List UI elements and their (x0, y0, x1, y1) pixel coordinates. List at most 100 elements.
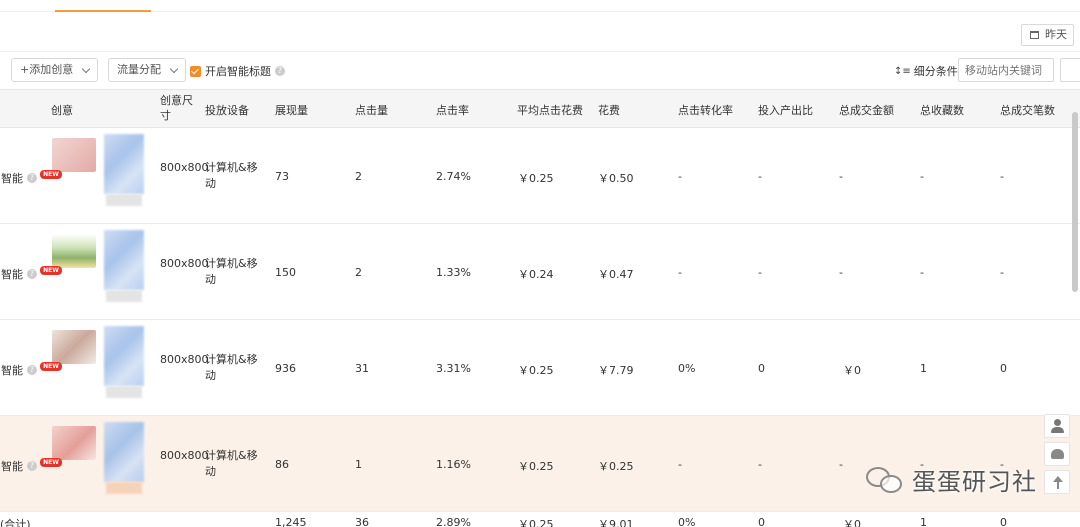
new-badge: NEW (40, 266, 62, 275)
date-picker-button[interactable]: 昨天 (1021, 24, 1074, 46)
cell-size: 800x800 (160, 161, 209, 174)
help-icon[interactable]: ? (27, 365, 37, 375)
creative-thumbnail[interactable] (52, 234, 96, 268)
cell-cost: ￥7.79 (598, 364, 634, 377)
toolbar: +添加创意 流量分配 开启智能标题 ? ↕≡ 细分条件: (0, 52, 1080, 90)
new-badge: NEW (40, 458, 62, 467)
cell-size: 800x800 (160, 449, 209, 462)
cell-impressions: 86 (275, 458, 289, 471)
traffic-split-dropdown[interactable]: 流量分配 (108, 58, 186, 82)
smart-label: 智能? (1, 170, 37, 186)
date-label: 昨天 (1045, 28, 1067, 41)
col-orders[interactable]: 总成交笔数 (1000, 102, 1055, 118)
cell-ctr: 3.31% (436, 362, 471, 375)
col-gmv[interactable]: 总成交金额 (839, 102, 894, 118)
cell-cpc: ￥0.25 (518, 460, 554, 473)
help-icon[interactable]: ? (27, 269, 37, 279)
help-icon[interactable]: ? (275, 66, 285, 76)
help-icon[interactable]: ? (27, 461, 37, 471)
cell-cost: ￥0.50 (598, 172, 634, 185)
calendar-icon (1030, 31, 1039, 39)
total-row: (合计) 1,245 36 2.89% ￥0.25 ￥9.01 0% 0 ￥0 … (0, 512, 1080, 527)
cell-cpc: ￥0.25 (518, 364, 554, 377)
total-cpc: ￥0.25 (518, 518, 554, 527)
col-cvr[interactable]: 点击转化率 (678, 102, 733, 118)
total-impressions: 1,245 (275, 516, 307, 527)
total-label: (合计) (0, 518, 31, 527)
blurred-creative-image (96, 320, 150, 416)
col-favs[interactable]: 总收藏数 (920, 102, 964, 118)
cell-cvr: 0% (678, 362, 696, 375)
cell-size: 800x800 (160, 257, 209, 270)
cell-ctr: 1.16% (436, 458, 471, 471)
cell-clicks: 31 (355, 362, 369, 375)
blurred-creative-image (96, 128, 150, 224)
smart-title-toggle[interactable]: 开启智能标题 ? (190, 63, 285, 79)
cell-roi: - (758, 170, 762, 183)
total-roi: 0 (758, 516, 765, 527)
col-cpc[interactable]: 平均点击花费 (517, 102, 583, 118)
chevron-down-icon (81, 64, 91, 73)
vertical-scrollbar[interactable] (1072, 112, 1078, 292)
search-icon[interactable] (1060, 58, 1080, 82)
add-creative-label: +添加创意 (20, 63, 74, 76)
smart-title-checkbox[interactable] (190, 65, 201, 77)
col-cost[interactable]: 花费 (598, 102, 620, 118)
segment-filter[interactable]: ↕≡ 细分条件: (894, 63, 961, 79)
cell-impressions: 73 (275, 170, 289, 183)
smart-label: 智能? (1, 458, 37, 474)
cell-cpc: ￥0.24 (518, 268, 554, 281)
cell-roi: - (758, 266, 762, 279)
date-row: 昨天 (0, 12, 1080, 52)
cell-cost: ￥0.25 (598, 460, 634, 473)
smart-text: 智能 (1, 172, 23, 185)
creative-thumbnail[interactable] (52, 138, 96, 172)
cell-roi: 0 (758, 362, 765, 375)
col-size: 创意尺寸 (160, 94, 193, 122)
col-roi[interactable]: 投入产出比 (758, 102, 813, 118)
total-cost: ￥9.01 (598, 518, 634, 527)
col-impressions[interactable]: 展现量 (275, 102, 308, 118)
cell-favs: - (920, 266, 924, 279)
cell-gmv: - (839, 458, 843, 471)
table-row: 智能? NEW 800x800 计算机&移动 150 2 1.33% ￥0.24… (0, 224, 1080, 320)
total-gmv: ￥0 (843, 518, 861, 527)
new-badge: NEW (40, 362, 62, 371)
cell-gmv: ￥0 (843, 364, 861, 377)
wechat-icon (866, 465, 906, 495)
segment-filter-label: 细分条件: (913, 65, 962, 78)
back-to-top-icon[interactable] (1044, 470, 1070, 494)
keyword-search-input[interactable] (958, 58, 1054, 82)
smart-label: 智能? (1, 362, 37, 378)
blurred-creative-image (96, 416, 150, 512)
creative-thumbnail[interactable] (52, 330, 96, 364)
cell-orders: 0 (1000, 362, 1007, 375)
cell-orders: - (1000, 266, 1004, 279)
col-ctr[interactable]: 点击率 (436, 102, 469, 118)
cell-roi: - (758, 458, 762, 471)
cell-device: 计算机&移动 (205, 449, 258, 478)
creative-thumbnail[interactable] (52, 426, 96, 460)
watermark: 蛋蛋研习社 (866, 462, 1037, 497)
page: 昨天 +添加创意 流量分配 开启智能标题 ? ↕≡ 细分条件: 创意 创意尺寸 … (0, 0, 1080, 527)
cell-clicks: 1 (355, 458, 362, 471)
table-row: 智能? NEW 800x800 计算机&移动 73 2 2.74% ￥0.25 … (0, 128, 1080, 224)
cell-cvr: - (678, 170, 682, 183)
cell-clicks: 2 (355, 266, 362, 279)
cell-device: 计算机&移动 (205, 353, 258, 382)
help-icon[interactable]: ? (27, 173, 37, 183)
feedback-icon[interactable] (1044, 442, 1070, 466)
customer-service-icon[interactable] (1044, 414, 1070, 438)
total-cvr: 0% (678, 516, 696, 527)
cell-favs: 1 (920, 362, 927, 375)
chevron-down-icon (169, 64, 179, 73)
smart-text: 智能 (1, 460, 23, 473)
col-clicks[interactable]: 点击量 (355, 102, 388, 118)
add-creative-button[interactable]: +添加创意 (11, 58, 99, 82)
total-ctr: 2.89% (436, 516, 471, 527)
cell-favs: - (920, 170, 924, 183)
col-creative: 创意 (51, 104, 73, 117)
table-header: 创意 创意尺寸 投放设备 展现量 点击量 点击率 平均点击花费 花费 点击转化率… (0, 90, 1080, 128)
total-orders: 0 (1000, 516, 1007, 527)
cell-size: 800x800 (160, 353, 209, 366)
